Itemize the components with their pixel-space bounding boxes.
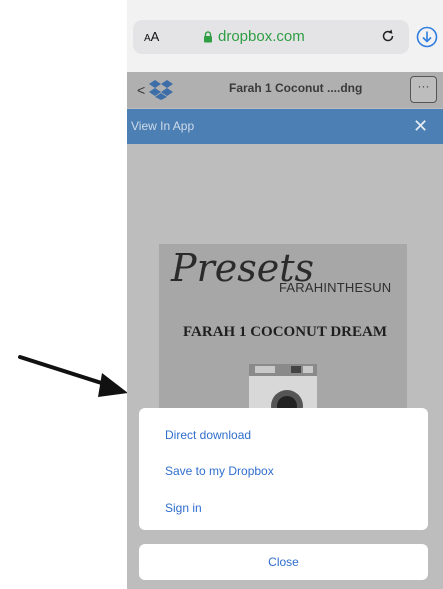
direct-download-option[interactable]: Direct download [165, 428, 251, 442]
save-to-dropbox-option[interactable]: Save to my Dropbox [165, 464, 274, 478]
preview-product-title: FARAH 1 COCONUT DREAM [182, 324, 388, 340]
view-in-app-label[interactable]: View In App [131, 119, 194, 133]
dropbox-header: < Farah 1 Coconut ....dng ··· [127, 72, 443, 108]
sign-in-option[interactable]: Sign in [165, 501, 202, 515]
address-bar[interactable]: AA dropbox.com [133, 20, 409, 54]
url-display[interactable]: dropbox.com [203, 28, 305, 45]
file-name: Farah 1 Coconut ....dng [229, 81, 363, 95]
domain-text: dropbox.com [218, 28, 305, 45]
annotation-arrow [18, 355, 128, 397]
text-size-button[interactable]: AA [144, 29, 159, 44]
view-in-app-banner[interactable]: View In App ✕ [127, 109, 443, 144]
download-icon[interactable] [412, 22, 442, 52]
lock-icon [203, 30, 213, 43]
close-button[interactable]: Close [139, 544, 428, 580]
close-label: Close [268, 555, 299, 569]
browser-toolbar: AA dropbox.com [127, 0, 443, 72]
back-button[interactable]: < [137, 82, 145, 98]
reload-icon[interactable] [379, 27, 397, 50]
camera-icon [249, 364, 317, 416]
banner-close-icon[interactable]: ✕ [413, 116, 428, 137]
dropbox-logo-icon[interactable] [149, 80, 173, 105]
more-options-button[interactable]: ··· [410, 76, 437, 103]
phone-screen: AA dropbox.com < Farah 1 Coconut ....dng… [127, 0, 443, 589]
action-sheet: Direct download Save to my Dropbox Sign … [139, 408, 428, 530]
preview-brand: FARAHINTHESUN [279, 280, 392, 295]
